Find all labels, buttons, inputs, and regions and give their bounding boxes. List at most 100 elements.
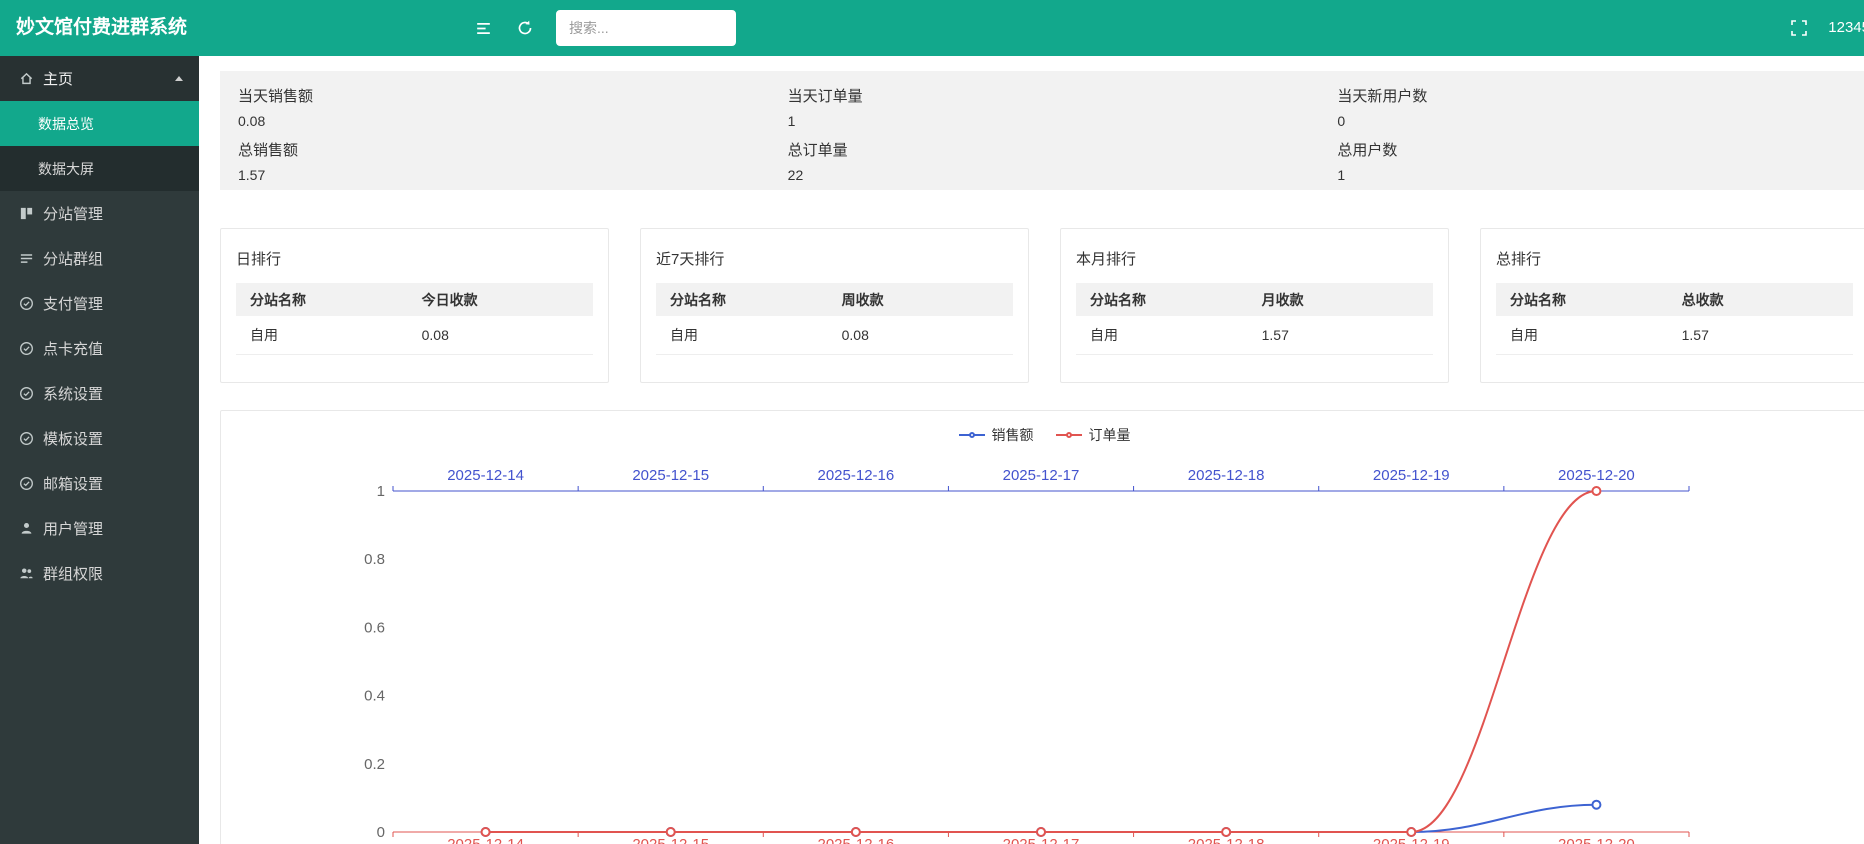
stat-today-new-users: 当天新用户数 0 bbox=[1319, 77, 1864, 131]
cell-site-name: 自用 bbox=[236, 325, 422, 345]
table-row: 自用 1.57 bbox=[1496, 316, 1853, 355]
ranking-card-month: 本月排行 分站名称 月收款 自用 1.57 bbox=[1060, 228, 1449, 383]
svg-text:2025-12-14: 2025-12-14 bbox=[447, 836, 524, 844]
main-content: 当天销售额 0.08 当天订单量 1 当天新用户数 0 总销售额 1.57 总订… bbox=[199, 56, 1864, 844]
template-icon bbox=[19, 431, 34, 446]
sidebar-item-template-settings[interactable]: 模板设置 bbox=[0, 416, 199, 461]
table-row: 自用 0.08 bbox=[236, 316, 593, 355]
ranking-card-7days: 近7天排行 分站名称 周收款 自用 0.08 bbox=[640, 228, 1029, 383]
col-site-name: 分站名称 bbox=[656, 290, 842, 310]
sidebar-item-group-permissions[interactable]: 群组权限 bbox=[0, 551, 199, 596]
col-site-name: 分站名称 bbox=[236, 290, 422, 310]
user-icon bbox=[19, 521, 34, 536]
ranking-title: 本月排行 bbox=[1061, 229, 1448, 283]
sidebar-toggle-icon[interactable] bbox=[472, 17, 494, 39]
ranking-table: 分站名称 月收款 自用 1.57 bbox=[1076, 283, 1433, 355]
chart-legend: 销售额 订单量 bbox=[221, 425, 1864, 445]
sidebar-item-home[interactable]: 主页 bbox=[0, 56, 199, 101]
cell-site-name: 自用 bbox=[1076, 325, 1262, 345]
fullscreen-icon[interactable] bbox=[1788, 17, 1810, 39]
ranking-table: 分站名称 周收款 自用 0.08 bbox=[656, 283, 1013, 355]
refresh-icon[interactable] bbox=[514, 17, 536, 39]
sidebar: 主页 数据总览 数据大屏 分站管理 分站群组 bbox=[0, 56, 199, 844]
payment-icon bbox=[19, 296, 34, 311]
stat-label: 当天销售额 bbox=[238, 85, 752, 106]
sidebar-item-label: 群组权限 bbox=[43, 563, 103, 584]
sidebar-item-label: 分站群组 bbox=[43, 248, 103, 269]
svg-text:0.4: 0.4 bbox=[364, 688, 385, 705]
stat-total-users: 总用户数 1 bbox=[1319, 131, 1864, 185]
cell-site-name: 自用 bbox=[656, 325, 842, 345]
svg-text:2025-12-14: 2025-12-14 bbox=[447, 467, 524, 484]
svg-text:2025-12-17: 2025-12-17 bbox=[1003, 836, 1080, 844]
stat-value: 0 bbox=[1337, 113, 1851, 129]
table-row: 自用 1.57 bbox=[1076, 316, 1433, 355]
sidebar-item-label: 数据大屏 bbox=[38, 159, 94, 179]
cell-amount: 0.08 bbox=[842, 327, 1013, 343]
stat-label: 当天新用户数 bbox=[1337, 85, 1851, 106]
legend-label: 销售额 bbox=[992, 425, 1034, 445]
search-input[interactable] bbox=[556, 10, 736, 46]
svg-text:2025-12-17: 2025-12-17 bbox=[1003, 467, 1080, 484]
sidebar-item-label: 支付管理 bbox=[43, 293, 103, 314]
sidebar-item-substation-groups[interactable]: 分站群组 bbox=[0, 236, 199, 281]
svg-text:2025-12-18: 2025-12-18 bbox=[1188, 467, 1265, 484]
cell-amount: 1.57 bbox=[1682, 327, 1853, 343]
topbar: 妙文馆付费进群系统 12345 bbox=[0, 0, 1864, 56]
topbar-tools bbox=[472, 0, 736, 56]
svg-text:0: 0 bbox=[377, 824, 385, 841]
sidebar-item-system-settings[interactable]: 系统设置 bbox=[0, 371, 199, 416]
col-amount: 总收款 bbox=[1682, 290, 1853, 310]
ranking-table-header: 分站名称 今日收款 bbox=[236, 283, 593, 316]
settings-icon bbox=[19, 386, 34, 401]
stats-panel: 当天销售额 0.08 当天订单量 1 当天新用户数 0 总销售额 1.57 总订… bbox=[220, 71, 1864, 190]
ranking-card-total: 总排行 分站名称 总收款 自用 1.57 bbox=[1480, 228, 1864, 383]
table-row: 自用 0.08 bbox=[656, 316, 1013, 355]
sidebar-item-label: 点卡充值 bbox=[43, 338, 103, 359]
cell-amount: 1.57 bbox=[1262, 327, 1433, 343]
ranking-card-daily: 日排行 分站名称 今日收款 自用 0.08 bbox=[220, 228, 609, 383]
ranking-cards: 日排行 分站名称 今日收款 自用 0.08 近7天排行 分站名称 bbox=[220, 228, 1864, 383]
sidebar-item-mail-settings[interactable]: 邮箱设置 bbox=[0, 461, 199, 506]
svg-text:1: 1 bbox=[377, 483, 385, 500]
sidebar-item-label: 分站管理 bbox=[43, 203, 103, 224]
list-icon bbox=[19, 251, 34, 266]
topbar-right: 12345 bbox=[1788, 0, 1864, 56]
svg-text:2025-12-15: 2025-12-15 bbox=[632, 836, 709, 844]
sidebar-item-data-overview[interactable]: 数据总览 bbox=[0, 101, 199, 146]
username[interactable]: 12345 bbox=[1828, 0, 1864, 56]
legend-line-circle-icon bbox=[1056, 430, 1082, 440]
legend-item-sales[interactable]: 销售额 bbox=[959, 425, 1034, 445]
chevron-up-icon bbox=[175, 76, 183, 81]
sidebar-item-card-recharge[interactable]: 点卡充值 bbox=[0, 326, 199, 371]
stat-value: 1 bbox=[788, 113, 1302, 129]
chart-svg: 00.20.40.60.812025-12-142025-12-152025-1… bbox=[221, 411, 1864, 844]
stat-label: 总用户数 bbox=[1337, 139, 1851, 160]
svg-text:0.8: 0.8 bbox=[364, 551, 385, 568]
ranking-table: 分站名称 总收款 自用 1.57 bbox=[1496, 283, 1853, 355]
sidebar-item-data-screen[interactable]: 数据大屏 bbox=[0, 146, 199, 191]
svg-text:2025-12-19: 2025-12-19 bbox=[1373, 836, 1450, 844]
app-title: 妙文馆付费进群系统 bbox=[16, 0, 187, 56]
ranking-table-header: 分站名称 周收款 bbox=[656, 283, 1013, 316]
legend-line-circle-icon bbox=[959, 430, 985, 440]
cell-site-name: 自用 bbox=[1496, 325, 1682, 345]
svg-text:2025-12-20: 2025-12-20 bbox=[1558, 467, 1635, 484]
sales-orders-chart-card: 销售额 订单量 00.20.40.60.812025-12-142025-12-… bbox=[220, 410, 1864, 844]
legend-item-orders[interactable]: 订单量 bbox=[1056, 425, 1131, 445]
stat-value: 1 bbox=[1337, 167, 1851, 183]
cell-amount: 0.08 bbox=[422, 327, 593, 343]
ranking-table-header: 分站名称 总收款 bbox=[1496, 283, 1853, 316]
svg-text:2025-12-18: 2025-12-18 bbox=[1188, 836, 1265, 844]
col-site-name: 分站名称 bbox=[1496, 290, 1682, 310]
sidebar-item-label: 邮箱设置 bbox=[43, 473, 103, 494]
sidebar-item-user-mgmt[interactable]: 用户管理 bbox=[0, 506, 199, 551]
svg-text:2025-12-16: 2025-12-16 bbox=[817, 467, 894, 484]
home-icon bbox=[19, 71, 34, 86]
sidebar-item-substation-mgmt[interactable]: 分站管理 bbox=[0, 191, 199, 236]
svg-text:2025-12-19: 2025-12-19 bbox=[1373, 467, 1450, 484]
ranking-title: 日排行 bbox=[221, 229, 608, 283]
ranking-table-header: 分站名称 月收款 bbox=[1076, 283, 1433, 316]
sidebar-item-payment-mgmt[interactable]: 支付管理 bbox=[0, 281, 199, 326]
stat-label: 当天订单量 bbox=[788, 85, 1302, 106]
